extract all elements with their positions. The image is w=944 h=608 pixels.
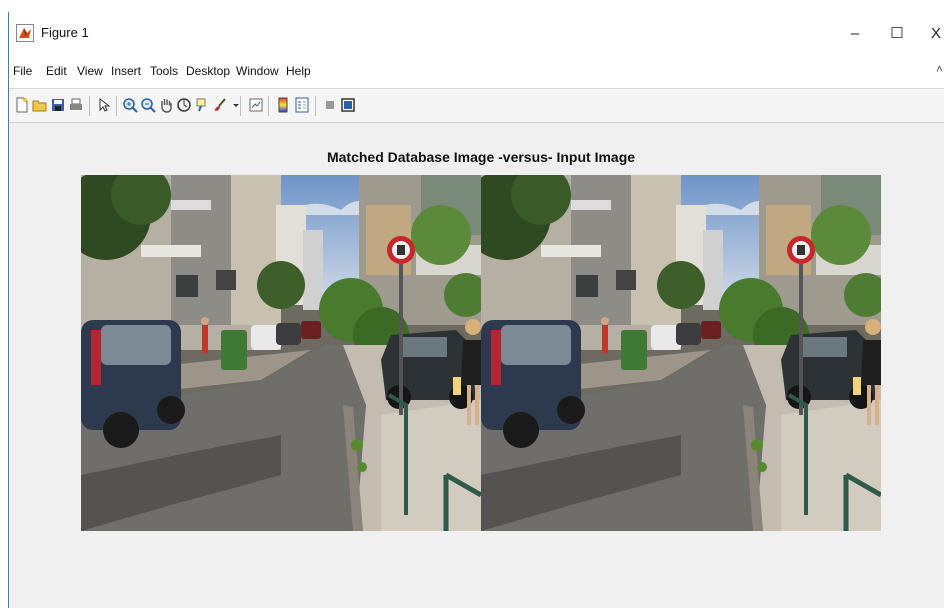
data-cursor-icon[interactable] [193, 96, 211, 114]
link-plot-icon[interactable] [247, 96, 265, 114]
menu-bar: File Edit View Insert Tools Desktop Wind… [9, 54, 944, 89]
rotate-3d-icon[interactable] [175, 96, 193, 114]
toolbar-separator [116, 96, 117, 116]
matched-database-image [81, 175, 481, 531]
menu-help[interactable]: Help [286, 64, 311, 78]
menu-file[interactable]: File [13, 64, 32, 78]
menu-view[interactable]: View [77, 64, 103, 78]
print-icon[interactable] [67, 96, 85, 114]
brush-dropdown-chevron-icon[interactable] [227, 96, 245, 114]
menu-desktop[interactable]: Desktop [186, 64, 230, 78]
zoom-in-icon[interactable] [121, 96, 139, 114]
figure-title: Matched Database Image -versus- Input Im… [326, 149, 636, 165]
matlab-logo-icon [16, 24, 34, 42]
colorbar-icon[interactable] [274, 96, 292, 114]
toolbar-separator [240, 96, 241, 116]
figure-window: Figure 1 – ☐ X File Edit View Insert Too… [8, 12, 944, 608]
open-file-icon[interactable] [31, 96, 49, 114]
menu-overflow-chevron-icon[interactable]: ˄ [936, 62, 943, 76]
input-image [481, 175, 881, 531]
maximize-button[interactable]: ☐ [882, 20, 912, 46]
zoom-out-icon[interactable] [139, 96, 157, 114]
pan-hand-icon[interactable] [157, 96, 175, 114]
toolbar-separator [89, 96, 90, 116]
window-title: Figure 1 [41, 25, 89, 40]
hide-plot-tools-icon[interactable] [321, 96, 339, 114]
legend-icon[interactable] [293, 96, 311, 114]
show-plot-tools-icon[interactable] [339, 96, 357, 114]
menu-window[interactable]: Window [236, 64, 279, 78]
save-icon[interactable] [49, 96, 67, 114]
menu-insert[interactable]: Insert [111, 64, 141, 78]
menu-edit[interactable]: Edit [46, 64, 67, 78]
figure-canvas: Matched Database Image -versus- Input Im… [9, 123, 944, 608]
menu-tools[interactable]: Tools [150, 64, 178, 78]
toolbar-separator [268, 96, 269, 116]
image-axes[interactable] [81, 175, 881, 531]
select-pointer-icon[interactable] [95, 96, 113, 114]
toolbar-separator [315, 96, 316, 116]
new-figure-icon[interactable] [13, 96, 31, 114]
minimize-button[interactable]: – [840, 20, 870, 46]
title-bar: Figure 1 – ☐ X [9, 12, 944, 54]
close-button[interactable]: X [921, 20, 944, 46]
figure-toolbar [9, 89, 944, 123]
